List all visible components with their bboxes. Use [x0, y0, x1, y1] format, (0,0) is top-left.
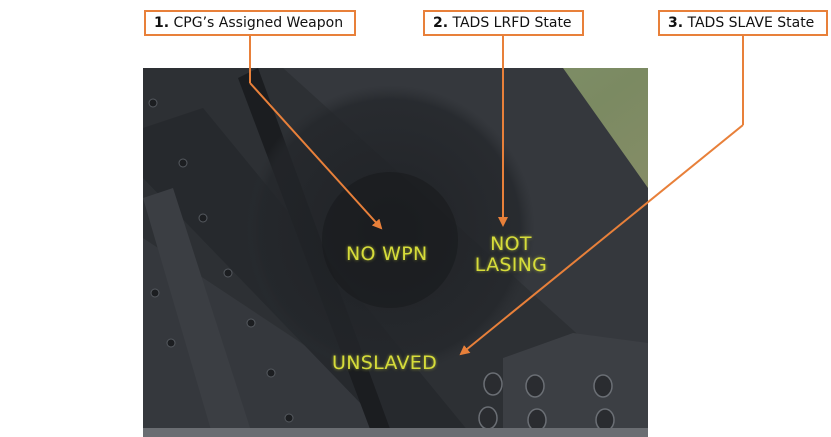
callout-cpg-assigned-weapon: 1. CPG’s Assigned Weapon [144, 10, 356, 36]
callout-tads-lrfd-state: 2. TADS LRFD State [423, 10, 584, 36]
lrfd-status-line2: LASING [474, 254, 548, 276]
callout-label: TADS LRFD State [452, 15, 572, 31]
lrfd-status-text: NOT LASING [474, 234, 548, 276]
callout-number: 3. [668, 15, 684, 31]
callout-number: 2. [433, 15, 449, 31]
callout-tads-slave-state: 3. TADS SLAVE State [658, 10, 828, 36]
callout-label: CPG’s Assigned Weapon [173, 15, 344, 31]
weapon-status-text: NO WPN [346, 243, 428, 265]
callout-number: 1. [154, 15, 170, 31]
callout-label: TADS SLAVE State [687, 15, 815, 31]
slave-status-text: UNSLAVED [332, 352, 438, 374]
lrfd-status-line1: NOT [490, 233, 532, 255]
